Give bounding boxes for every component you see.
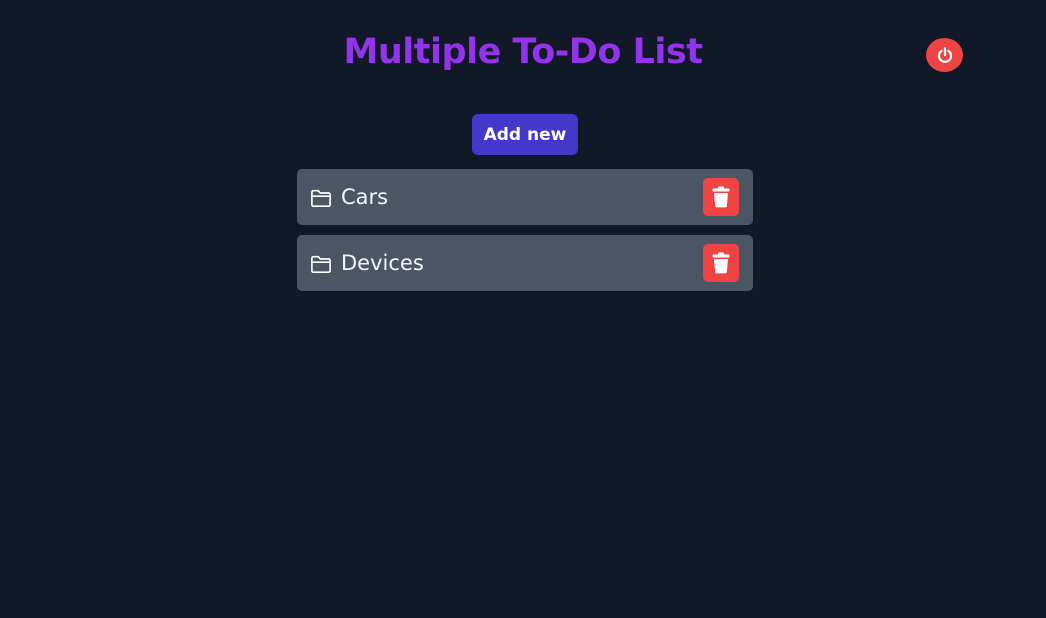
folder-icon xyxy=(309,252,333,276)
power-icon xyxy=(936,46,954,64)
delete-list-button[interactable] xyxy=(703,178,739,216)
logout-button[interactable] xyxy=(926,38,963,72)
list-item-label: Devices xyxy=(341,251,424,275)
delete-list-button[interactable] xyxy=(703,244,739,282)
list-item-devices[interactable]: Devices xyxy=(297,235,753,291)
add-new-button[interactable]: Add new xyxy=(472,114,578,155)
page-title: Multiple To-Do List xyxy=(343,32,703,72)
trash-icon xyxy=(712,186,730,208)
trash-icon xyxy=(712,252,730,274)
folder-icon xyxy=(309,186,333,210)
list-item-label: Cars xyxy=(341,185,389,209)
todo-list-collection: Cars Devices xyxy=(297,169,753,301)
app-page: Multiple To-Do List Add new Cars Devices xyxy=(0,0,1046,618)
list-item-cars[interactable]: Cars xyxy=(297,169,753,225)
